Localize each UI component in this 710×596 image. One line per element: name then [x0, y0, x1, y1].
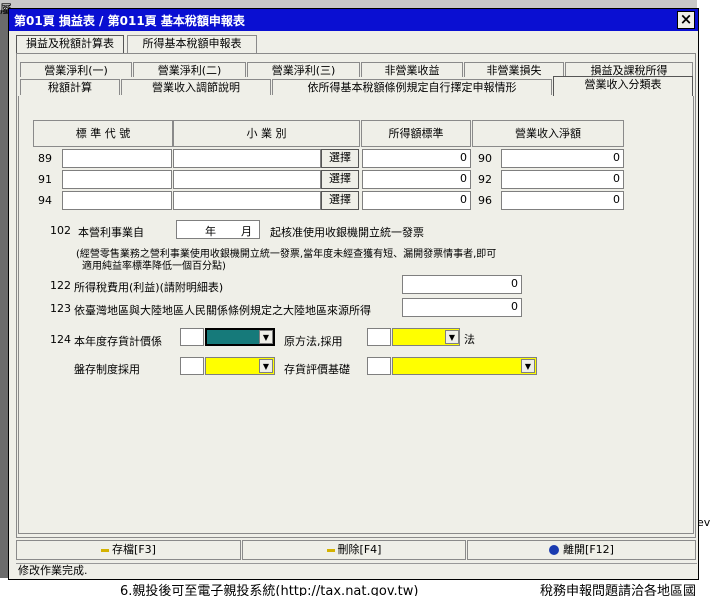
tab-revenue-category[interactable]: 營業收入分類表: [553, 76, 693, 96]
valuation-basis-label: 存貨評價基礎: [284, 363, 350, 376]
save-icon: [101, 548, 110, 552]
row-code: 94: [38, 194, 52, 207]
field-123-number: 123: [50, 302, 71, 315]
delete-button[interactable]: 刪除[F4]: [242, 540, 466, 560]
tab-non-op-income[interactable]: 非營業收益: [361, 62, 463, 77]
industry-input[interactable]: [173, 149, 321, 168]
select-button[interactable]: 選擇: [321, 170, 359, 189]
income-tax-expense-input[interactable]: 0: [402, 275, 522, 294]
chevron-down-icon[interactable]: ▼: [259, 330, 273, 344]
tab-op-profit-1[interactable]: 營業淨利(一): [20, 62, 132, 77]
delete-icon: [326, 548, 335, 552]
net-revenue-input[interactable]: 0: [501, 149, 624, 168]
background-footer: 6.親投後可至電子親投系統(http://tax.nat.gov.tw) 稅務申…: [0, 578, 710, 596]
field-102-suffix: 起核准使用收銀機開立統一發票: [270, 226, 424, 239]
net-revenue-input[interactable]: 0: [501, 170, 624, 189]
month-label: 月: [241, 225, 252, 238]
standard-input[interactable]: 0: [362, 191, 471, 210]
select-button[interactable]: 選擇: [321, 191, 359, 210]
field-122-label: 所得稅費用(利益)(請附明細表): [74, 281, 224, 294]
background-footer-left: 6.親投後可至電子親投系統(http://tax.nat.gov.tw): [120, 584, 419, 596]
tab-tax-calc[interactable]: 稅額計算: [20, 79, 120, 95]
close-button[interactable]: ×: [677, 11, 695, 29]
row-code2: 92: [478, 173, 492, 186]
background-footer-right: 稅務申報問題請洽各地區國: [540, 584, 697, 596]
row-code2: 90: [478, 152, 492, 165]
chevron-down-icon[interactable]: ▼: [259, 359, 273, 373]
inventory-system-label: 盤存制度採用: [74, 363, 140, 376]
tab-basic-tax[interactable]: 所得基本稅額申報表: [127, 35, 257, 53]
window-title: 第01頁 損益表 / 第011頁 基本稅額申報表: [14, 14, 245, 28]
mainland-income-input[interactable]: 0: [402, 298, 522, 317]
inventory-code-input[interactable]: [180, 357, 204, 375]
field-124-number: 124: [50, 333, 71, 346]
field-124-label: 本年度存貨計價係: [74, 335, 162, 348]
net-revenue-input[interactable]: 0: [501, 191, 624, 210]
save-label: 存檔[F3]: [112, 543, 156, 556]
header-income-standard: 所得額標準: [361, 120, 471, 147]
standard-input[interactable]: 0: [362, 170, 471, 189]
chevron-down-icon[interactable]: ▼: [521, 359, 535, 373]
header-net-revenue: 營業收入淨額: [472, 120, 624, 147]
status-bar: 修改作業完成.: [16, 563, 697, 577]
tab-taxable-income[interactable]: 損益及課稅所得: [565, 62, 693, 77]
basis-dropdown[interactable]: [392, 357, 537, 375]
industry-input[interactable]: [173, 191, 321, 210]
field-102-label: 本營利事業自: [78, 226, 144, 239]
code-input[interactable]: [62, 170, 172, 189]
method-label: 原方法,採用: [284, 335, 343, 348]
field-122-number: 122: [50, 279, 71, 292]
exit-button[interactable]: 離開[F12]: [467, 540, 696, 560]
field-102-note2: 適用純益率標準降低一個百分點): [82, 261, 226, 272]
close-icon: ×: [679, 10, 693, 28]
tab-elective-filing[interactable]: 依所得基本稅額條例規定自行擇定申報情形: [272, 79, 552, 95]
field-123-label: 依臺灣地區與大陸地區人民關係條例規定之大陸地區來源所得: [74, 304, 371, 317]
year-month-input[interactable]: 年 月: [176, 220, 260, 239]
field-102-number: 102: [50, 224, 71, 237]
basis-code-input[interactable]: [367, 357, 391, 375]
method-suffix: 法: [464, 333, 475, 346]
code-input[interactable]: [62, 149, 172, 168]
save-button[interactable]: 存檔[F3]: [16, 540, 241, 560]
row-code: 91: [38, 173, 52, 186]
power-icon: [549, 545, 560, 555]
row-code2: 96: [478, 194, 492, 207]
standard-input[interactable]: 0: [362, 149, 471, 168]
header-industry: 小 業 別: [173, 120, 360, 147]
row-code: 89: [38, 152, 52, 165]
code-input[interactable]: [62, 191, 172, 210]
tab-op-profit-3[interactable]: 營業淨利(三): [247, 62, 360, 77]
year-label: 年: [205, 225, 216, 238]
method-code-input[interactable]: [367, 328, 391, 346]
industry-input[interactable]: [173, 170, 321, 189]
valuation-code-input[interactable]: [180, 328, 204, 346]
tab-op-profit-2[interactable]: 營業淨利(二): [133, 62, 246, 77]
tab-revenue-reconcile[interactable]: 營業收入調節說明: [121, 79, 271, 95]
select-button[interactable]: 選擇: [321, 149, 359, 168]
header-standard-code: 標 準 代 號: [33, 120, 173, 147]
tab-profit-tax[interactable]: 損益及稅額計算表: [16, 35, 124, 53]
exit-label: 離開[F12]: [563, 543, 614, 556]
tab-non-op-loss[interactable]: 非營業損失: [464, 62, 564, 77]
delete-label: 刪除[F4]: [337, 543, 382, 556]
chevron-down-icon[interactable]: ▼: [445, 330, 459, 344]
